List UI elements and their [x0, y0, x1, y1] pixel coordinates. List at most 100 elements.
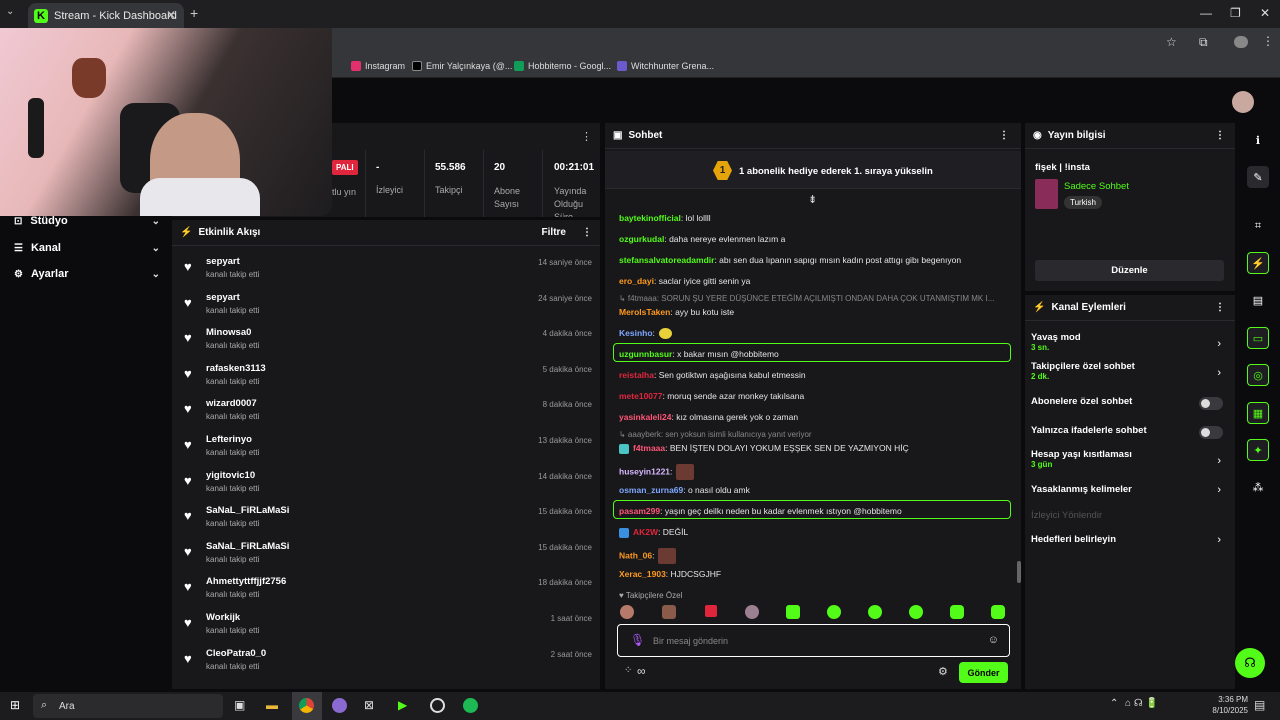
- chat-username[interactable]: AK2W: [633, 527, 658, 537]
- wrench-icon[interactable]: ✦: [1247, 439, 1269, 461]
- bookmark-star-icon[interactable]: ☆: [1166, 35, 1177, 49]
- chat-username[interactable]: ero_dayi: [619, 276, 654, 286]
- chat-username[interactable]: baytekinofficial: [619, 213, 681, 223]
- activity-item[interactable]: ♥ sepyart kanalı takip etti 14 saniye önce: [184, 253, 594, 288]
- edit-button[interactable]: Düzenle: [1035, 260, 1224, 281]
- chat-username[interactable]: mete10077: [619, 391, 662, 401]
- channel-action-item[interactable]: Takipçilere özel sohbet 2 dk. ›: [1031, 361, 1231, 381]
- toggle-switch[interactable]: [1199, 397, 1223, 410]
- activity-item[interactable]: ♥ wizard0007 kanalı takip etti 8 dakika önc…: [184, 395, 594, 430]
- bolt-icon[interactable]: ⚡: [1247, 252, 1269, 274]
- tray-chevron-icon[interactable]: ⌃: [1110, 698, 1118, 709]
- chat-message[interactable]: MerolsTaken: ayy bu kotu iste: [619, 307, 734, 317]
- chat-emote[interactable]: [658, 328, 672, 340]
- activity-menu-icon[interactable]: ⋮: [582, 227, 592, 238]
- windows-start-icon[interactable]: ⊞: [10, 698, 20, 712]
- chat-message[interactable]: ero_dayi: saclar iyice gitti senin ya: [619, 276, 750, 286]
- support-headset-icon[interactable]: ☊: [1235, 648, 1265, 678]
- bookmark-instagram[interactable]: Instagram: [351, 61, 405, 71]
- chat-username[interactable]: Nath_06: [619, 550, 652, 560]
- chat-message[interactable]: yasinkaleli24: kız olmasına gerek yok o …: [619, 412, 798, 422]
- category-link[interactable]: Sadece Sohbet: [1064, 181, 1129, 192]
- bookmark-x[interactable]: Emir Yalçınkaya (@...: [412, 61, 512, 71]
- filter-button[interactable]: Filtre: [542, 227, 566, 238]
- activity-item[interactable]: ♥ Minowsa0 kanalı takip etti 4 dakika önce: [184, 324, 594, 359]
- restore-icon[interactable]: ❐: [1230, 6, 1241, 20]
- crop-icon[interactable]: ⌗: [1247, 215, 1269, 237]
- activity-item[interactable]: ♥ Ahmettyttffjjf2756 kanalı takip etti 18 d…: [184, 573, 594, 608]
- chat-username[interactable]: f4tmaaa: [633, 443, 665, 453]
- chat-message[interactable]: Nath_06:: [619, 548, 677, 564]
- emoji-picker-icon[interactable]: ☺: [988, 634, 999, 646]
- bookmark-witchhunter[interactable]: Witchhunter Grena...: [617, 61, 714, 71]
- chat-message[interactable]: reistalha: Sen gotiktwn aşağısına kabul …: [619, 370, 806, 380]
- chat-message[interactable]: huseyin1221:: [619, 464, 695, 480]
- notification-icon[interactable]: ▤: [1254, 698, 1265, 712]
- chat-tools-icon[interactable]: ⁘: [624, 665, 632, 676]
- infinity-icon[interactable]: ∞: [637, 664, 646, 678]
- activity-item[interactable]: ♥ Lefterinyo kanalı takip etti 13 dakika ön…: [184, 431, 594, 466]
- emote-green-icon[interactable]: [950, 605, 964, 619]
- discord-icon[interactable]: [332, 698, 347, 713]
- edit-pencil-icon[interactable]: ✎: [1247, 166, 1269, 188]
- channel-actions-menu-icon[interactable]: ⋮: [1215, 302, 1225, 313]
- bookmark-sheets[interactable]: Hobbitemo - Googl...: [514, 61, 611, 71]
- apps-icon[interactable]: ⁂: [1247, 476, 1269, 498]
- new-tab-button[interactable]: +: [190, 5, 198, 21]
- chat-username[interactable]: MerolsTaken: [619, 307, 670, 317]
- clock[interactable]: 3:36 PM 8/10/2025: [1196, 694, 1248, 716]
- chat-emote[interactable]: [658, 548, 677, 564]
- sidebar-item-settings[interactable]: ⚙ Ayarlar ⌄: [14, 268, 160, 280]
- tab-search-icon[interactable]: ⌄: [6, 6, 14, 17]
- emote-green-icon[interactable]: [827, 605, 841, 619]
- task-view-icon[interactable]: ▣: [234, 698, 245, 712]
- close-window-icon[interactable]: ✕: [1260, 6, 1270, 20]
- toggle-switch[interactable]: [1199, 426, 1223, 439]
- chat-settings-gear-icon[interactable]: ⚙: [938, 665, 948, 678]
- chat-message[interactable]: Kesinho:: [619, 328, 672, 340]
- chat-message[interactable]: Xerac_1903: HJDCSGJHF: [619, 569, 721, 579]
- activity-item[interactable]: ♥ CleoPatra0_0 kanalı takip etti 2 saat önc…: [184, 645, 594, 680]
- document-icon[interactable]: ▤: [1247, 289, 1269, 311]
- minimize-icon[interactable]: —: [1200, 6, 1212, 20]
- chat-username[interactable]: ozgurkudal: [619, 234, 664, 244]
- activity-item[interactable]: ♥ SaNaL_FiRLaMaSi kanalı takip etti 15 daki…: [184, 538, 594, 573]
- chat-icon[interactable]: ▭: [1247, 327, 1269, 349]
- broadcast-icon[interactable]: ◎: [1247, 364, 1269, 386]
- chat-emote[interactable]: [676, 464, 695, 480]
- channel-action-item[interactable]: Yalnızca ifadelerle sohbet: [1031, 425, 1231, 439]
- emote-green-icon[interactable]: [991, 605, 1005, 619]
- sidebar-item-studio[interactable]: ⊡ Stüdyo ⌄: [14, 215, 160, 227]
- channel-action-item[interactable]: Yavaş mod 3 sn. ›: [1031, 332, 1231, 352]
- spotify-icon[interactable]: [463, 698, 478, 713]
- emote-green-icon[interactable]: [868, 605, 882, 619]
- stats-menu-icon[interactable]: ⋮: [581, 130, 592, 143]
- chat-menu-icon[interactable]: ⋮: [999, 130, 1009, 141]
- chat-username[interactable]: osman_zurna69: [619, 485, 683, 495]
- activity-item[interactable]: ♥ Workijk kanalı takip etti 1 saat önce: [184, 609, 594, 644]
- browser-menu-icon[interactable]: ⋮: [1262, 34, 1274, 48]
- tab-close-icon[interactable]: ✕: [166, 8, 176, 22]
- chat-scrollbar[interactable]: [1017, 561, 1021, 583]
- channel-action-item[interactable]: Yasaklanmış kelimeler ›: [1031, 484, 1231, 496]
- chat-username[interactable]: reistalha: [619, 370, 654, 380]
- emote-face-icon[interactable]: [620, 605, 634, 619]
- chat-username[interactable]: Kesinho: [619, 328, 653, 338]
- layout-icon[interactable]: ▦: [1247, 402, 1269, 424]
- activity-item[interactable]: ♥ SaNaL_FiRLaMaSi kanalı takip etti 15 daki…: [184, 502, 594, 537]
- microphone-icon[interactable]: 🎙: [630, 633, 645, 647]
- chat-username[interactable]: huseyin1221: [619, 466, 670, 476]
- chat-message[interactable]: ozgurkudal: daha nereye evlenmen lazım a: [619, 234, 785, 244]
- send-button[interactable]: Gönder: [959, 662, 1008, 683]
- chat-input[interactable]: 🎙 Bir mesaj gönderin ☺: [617, 624, 1010, 657]
- activity-item[interactable]: ♥ yigitovic10 kanalı takip etti 14 dakika ö…: [184, 467, 594, 502]
- browser-tab[interactable]: K Stream - Kick Dashboard ✕: [28, 3, 184, 28]
- chat-username[interactable]: yasinkaleli24: [619, 412, 671, 422]
- activity-item[interactable]: ♥ sepyart kanalı takip etti 24 saniye önce: [184, 289, 594, 324]
- kick-app-icon[interactable]: ▶: [398, 698, 407, 712]
- emote-green-icon[interactable]: [909, 605, 923, 619]
- expand-icon[interactable]: ⇟: [808, 193, 817, 206]
- chat-username[interactable]: Xerac_1903: [619, 569, 666, 579]
- emote-green-icon[interactable]: [786, 605, 800, 619]
- stream-info-menu-icon[interactable]: ⋮: [1215, 130, 1225, 141]
